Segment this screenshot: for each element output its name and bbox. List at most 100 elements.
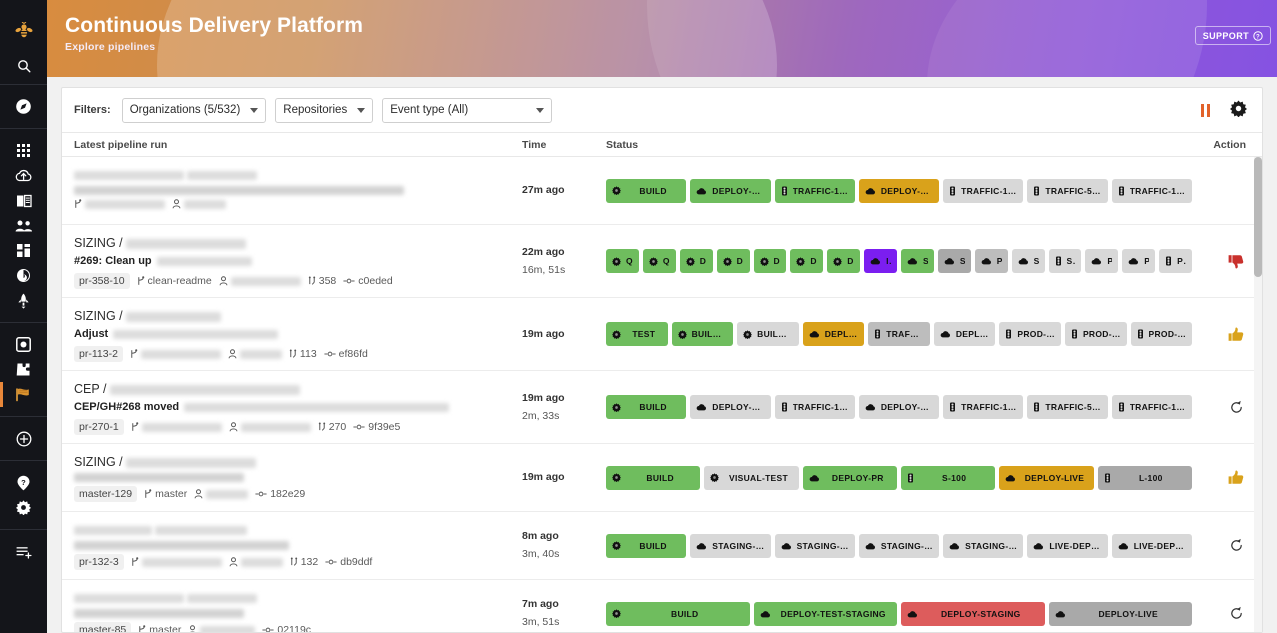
sidebar-item-settings[interactable] [0, 495, 47, 520]
sidebar-item-pipelines[interactable] [0, 382, 47, 407]
run-id-chip[interactable]: pr-358-10 [74, 273, 130, 289]
table-row[interactable]: master-85 master 02119c 7m ago 3m, 51s BUILD D… [62, 580, 1262, 632]
run-id-chip[interactable]: pr-113-2 [74, 346, 123, 362]
support-button[interactable]: SUPPORT ? [1194, 26, 1271, 45]
stage-pill[interactable]: LIVE-DEPLOY-… [1111, 533, 1192, 558]
table-row[interactable]: SIZING / Adjust pr-113-2 113 ef86fd 19m ago T… [62, 298, 1262, 371]
stage-pill[interactable]: TRAFFIC-50-P… [1027, 395, 1108, 419]
stage-pill[interactable]: DEPLOY-… [933, 322, 996, 346]
stage-pill[interactable]: DEPLOY-PROD… [858, 395, 940, 419]
stage-pill[interactable]: DEPLOY-PR [802, 465, 897, 490]
sidebar-item-teams[interactable] [0, 213, 47, 238]
stage-pill[interactable]: P… [1159, 249, 1192, 273]
stage-pill[interactable]: Q… [606, 249, 639, 273]
sidebar-item-logs[interactable] [0, 539, 47, 564]
stage-pill[interactable]: BUILD [606, 533, 687, 558]
search-icon[interactable] [0, 48, 47, 84]
thumbs-up-icon[interactable] [1228, 327, 1244, 342]
sidebar-item-integrations[interactable] [0, 357, 47, 382]
sidebar-item-boards[interactable] [0, 238, 47, 263]
stage-pill[interactable]: D… [827, 249, 861, 273]
stage-pill[interactable]: Q… [642, 249, 676, 273]
stage-pill[interactable]: PROD-TR… [999, 322, 1061, 346]
stage-pill[interactable]: BUILD-PR… [737, 322, 799, 346]
scrollbar-thumb[interactable] [1254, 157, 1262, 277]
stage-pill[interactable]: D… [716, 249, 750, 273]
stage-pill[interactable]: DEPLOY-LIVE [999, 465, 1094, 490]
stage-pill[interactable]: STAGING-DEP… [774, 533, 855, 558]
sidebar-item-launches[interactable] [0, 288, 47, 313]
stage-pill[interactable]: DEPLOY-… [802, 322, 865, 346]
stage-pill[interactable]: TRAFFIC-100… [774, 178, 855, 203]
repositories-select[interactable]: Repositories [275, 97, 374, 123]
table-row[interactable]: SIZING / master-129 master 182e29 19m ago BU… [62, 444, 1262, 512]
retry-icon[interactable] [1229, 400, 1244, 415]
sidebar-item-create[interactable] [0, 426, 47, 451]
stage-pill[interactable]: BUILD [606, 395, 687, 419]
stage-pill[interactable]: IN… [864, 249, 897, 273]
stage-pill[interactable]: BUILD [606, 465, 701, 490]
run-id-chip[interactable]: master-129 [74, 486, 138, 502]
event-type-select[interactable]: Event type (All) [382, 97, 553, 123]
bee-logo-icon[interactable] [0, 14, 47, 48]
stage-pill[interactable]: BUILD [606, 601, 750, 626]
retry-icon[interactable] [1229, 606, 1244, 621]
stage-pill[interactable]: DEPLOY-STAGING [901, 601, 1045, 626]
stage-pill[interactable]: P… [1122, 249, 1156, 273]
stage-pill[interactable]: BUILD-PR [671, 322, 734, 346]
stage-pill[interactable]: TRAFFIC-100-… [1111, 395, 1192, 419]
sidebar-item-snapshots[interactable] [0, 332, 47, 357]
vertical-scrollbar[interactable] [1254, 157, 1262, 632]
stage-pill[interactable]: TRAFFIC-50-P… [1027, 178, 1108, 203]
stage-pill[interactable]: TRAFFIC-10-P… [943, 178, 1024, 203]
stage-pill[interactable]: STAGING-DEP… [858, 533, 940, 558]
sidebar-item-targets[interactable] [0, 263, 47, 288]
table-row[interactable]: 27m ago BUILD DEPLOY-STAG… TRAFFIC-100… DEPL… [62, 157, 1262, 225]
stage-pill[interactable]: STAGING-DEP… [943, 533, 1024, 558]
sidebar-item-explore[interactable] [0, 94, 47, 119]
stage-pill[interactable]: DEPLOY-LIVE [1048, 601, 1192, 626]
pause-icon[interactable] [1201, 103, 1210, 117]
organizations-select[interactable]: Organizations (5/532) [121, 97, 267, 123]
stage-pill[interactable]: D… [679, 249, 713, 273]
stage-pill[interactable]: S… [901, 249, 934, 273]
stage-pill[interactable]: P… [974, 249, 1008, 273]
run-id-chip[interactable]: master-85 [74, 622, 132, 632]
stage-pill[interactable]: TRAFFIC-… [868, 322, 930, 346]
stage-pill[interactable]: STAGING-DEP… [690, 533, 771, 558]
stage-pill[interactable]: BUILD [606, 178, 687, 203]
stage-pill[interactable]: TRAFFIC-100-… [774, 395, 855, 419]
thumbs-down-icon[interactable] [1228, 254, 1244, 269]
stage-pill[interactable]: P… [1085, 249, 1119, 273]
sidebar-item-help[interactable]: ? [0, 470, 47, 495]
run-id-chip[interactable]: pr-132-3 [74, 554, 124, 570]
stage-pill[interactable]: DEPLOY-STAG… [690, 178, 771, 203]
stage-pill[interactable]: TEST [606, 322, 668, 346]
stage-pill[interactable]: PROD-TR… [1064, 322, 1127, 346]
stage-pill[interactable]: S… [1048, 249, 1082, 273]
stage-pill[interactable]: VISUAL-TEST [704, 465, 799, 490]
stage-pill[interactable]: D… [753, 249, 787, 273]
settings-gear-icon[interactable] [1230, 100, 1247, 120]
stage-pill[interactable]: LIVE-DEPLOY-… [1027, 533, 1108, 558]
thumbs-up-icon[interactable] [1228, 470, 1244, 485]
stage-pill[interactable]: DEPLOY-TEST-STAGING [753, 601, 897, 626]
sidebar-item-docs[interactable] [0, 188, 47, 213]
stage-pill[interactable]: PROD-TR… [1130, 322, 1193, 346]
stage-pill[interactable]: TRAFFIC-100… [1111, 178, 1192, 203]
table-row[interactable]: SIZING / #269: Clean up pr-358-10 clean-re… [62, 225, 1262, 298]
sidebar-item-deployments[interactable] [0, 163, 47, 188]
stage-pill[interactable]: S-100 [900, 465, 996, 490]
table-row[interactable]: CEP / CEP/GH#268 moved pr-270-1 270 9f39e5 1… [62, 371, 1262, 444]
table-row[interactable]: pr-132-3 132 db9ddf 8m ago 3m, 40s BUILD STAGI… [62, 512, 1262, 580]
stage-pill[interactable]: S… [937, 249, 971, 273]
stage-pill[interactable]: DEPLOY-STAG… [690, 395, 771, 419]
stage-pill[interactable]: D… [790, 249, 824, 273]
stage-pill[interactable]: DEPLOY-PROD… [858, 178, 940, 203]
sidebar-item-dashboard[interactable] [0, 138, 47, 163]
stage-pill[interactable]: S… [1011, 249, 1045, 273]
stage-pill[interactable]: L-100 [1097, 465, 1192, 490]
stage-pill[interactable]: TRAFFIC-10-P… [943, 395, 1024, 419]
run-id-chip[interactable]: pr-270-1 [74, 419, 124, 435]
retry-icon[interactable] [1229, 538, 1244, 553]
